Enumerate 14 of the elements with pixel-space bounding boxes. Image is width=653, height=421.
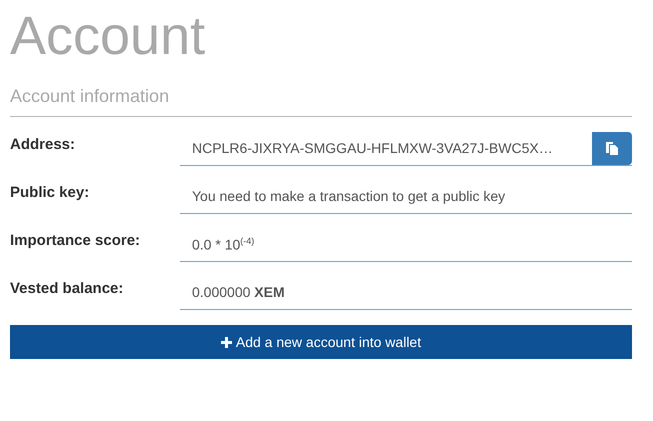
- field-label: Vested balance:: [10, 279, 124, 299]
- plus-icon: [220, 336, 232, 348]
- field-label: Importance score:: [10, 231, 142, 251]
- copy-icon: [606, 142, 618, 155]
- field-label: Address:: [10, 135, 76, 155]
- field-value: NCPLR6-JIXRYA-SMGGAU-HFLMXW-3VA27J-BWC5X…: [191, 139, 554, 156]
- field-label: Public key:: [10, 183, 90, 203]
- add-account-button[interactable]: Add a new account into wallet: [10, 325, 632, 359]
- field-value: 0.000000 XEM: [191, 283, 286, 300]
- copy-button[interactable]: [592, 132, 632, 165]
- field-value: You need to make a transaction to get a public key: [191, 187, 506, 204]
- field-value: 0.0 * 10$^{(-4)}$: [191, 235, 256, 253]
- section-heading: Account information: [10, 69, 632, 117]
- page-title: Account: [10, 5, 206, 68]
